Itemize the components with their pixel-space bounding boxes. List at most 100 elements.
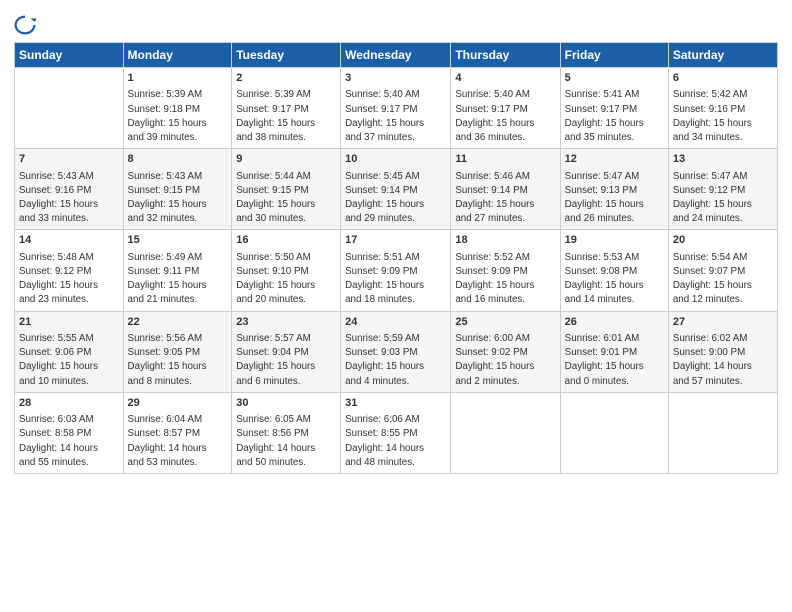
calendar-cell: 16Sunrise: 5:50 AM Sunset: 9:10 PM Dayli… bbox=[232, 230, 341, 311]
calendar-table: SundayMondayTuesdayWednesdayThursdayFrid… bbox=[14, 42, 778, 474]
day-number: 1 bbox=[128, 71, 228, 86]
day-number: 7 bbox=[19, 152, 119, 167]
day-number: 10 bbox=[345, 152, 446, 167]
calendar-cell: 4 Sunrise: 5:40 AM Sunset: 9:17 PM Daylig… bbox=[451, 68, 560, 149]
cell-content: Sunrise: 6:04 AM Sunset: 8:57 PM Dayligh… bbox=[128, 413, 228, 470]
cell-content: Sunrise: 5:43 AM Sunset: 9:15 PM Dayligh… bbox=[128, 170, 228, 227]
header-cell-wednesday: Wednesday bbox=[341, 43, 451, 68]
day-number: 31 bbox=[345, 396, 446, 411]
cell-content: Sunrise: 5:48 AM Sunset: 9:12 PM Dayligh… bbox=[19, 251, 119, 308]
calendar-cell bbox=[668, 392, 777, 473]
cell-content: Sunrise: 5:52 AM Sunset: 9:09 PM Dayligh… bbox=[455, 251, 555, 308]
calendar-cell: 26 Sunrise: 6:01 AM Sunset: 9:01 PM Dayli… bbox=[560, 311, 668, 392]
cell-content: Sunrise: 5:43 AM Sunset: 9:16 PM Dayligh… bbox=[19, 170, 119, 227]
calendar-cell bbox=[15, 68, 124, 149]
day-number: 15 bbox=[128, 233, 228, 248]
cell-content: Sunrise: 5:47 AM Sunset: 9:13 PM Dayligh… bbox=[565, 170, 664, 227]
day-number: 17 bbox=[345, 233, 446, 248]
header-cell-sunday: Sunday bbox=[15, 43, 124, 68]
cell-content: Sunrise: 6:05 AM Sunset: 8:56 PM Dayligh… bbox=[236, 413, 336, 470]
calendar-cell: 29 Sunrise: 6:04 AM Sunset: 8:57 PM Dayli… bbox=[123, 392, 232, 473]
cell-content: Sunrise: 5:51 AM Sunset: 9:09 PM Dayligh… bbox=[345, 251, 446, 308]
calendar-cell: 19 Sunrise: 5:53 AM Sunset: 9:08 PM Dayli… bbox=[560, 230, 668, 311]
week-row-2: 14 Sunrise: 5:48 AM Sunset: 9:12 PM Dayli… bbox=[15, 230, 778, 311]
day-number: 26 bbox=[565, 315, 664, 330]
day-number: 18 bbox=[455, 233, 555, 248]
cell-content: Sunrise: 5:40 AM Sunset: 9:17 PM Dayligh… bbox=[345, 88, 446, 145]
calendar-cell: 1 Sunrise: 5:39 AM Sunset: 9:18 PM Daylig… bbox=[123, 68, 232, 149]
calendar-cell: 27 Sunrise: 6:02 AM Sunset: 9:00 PM Dayli… bbox=[668, 311, 777, 392]
day-number: 23 bbox=[236, 315, 336, 330]
calendar-cell: 25 Sunrise: 6:00 AM Sunset: 9:02 PM Dayli… bbox=[451, 311, 560, 392]
day-number: 13 bbox=[673, 152, 773, 167]
calendar-cell: 30Sunrise: 6:05 AM Sunset: 8:56 PM Dayli… bbox=[232, 392, 341, 473]
header-cell-tuesday: Tuesday bbox=[232, 43, 341, 68]
day-number: 12 bbox=[565, 152, 664, 167]
cell-content: Sunrise: 5:44 AM Sunset: 9:15 PM Dayligh… bbox=[236, 170, 336, 227]
calendar-cell bbox=[451, 392, 560, 473]
calendar-cell: 23 Sunrise: 5:57 AM Sunset: 9:04 PM Dayli… bbox=[232, 311, 341, 392]
day-number: 27 bbox=[673, 315, 773, 330]
calendar-cell: 11 Sunrise: 5:46 AM Sunset: 9:14 PM Dayli… bbox=[451, 149, 560, 230]
calendar-cell bbox=[560, 392, 668, 473]
day-number: 2 bbox=[236, 71, 336, 86]
main-container: SundayMondayTuesdayWednesdayThursdayFrid… bbox=[0, 0, 792, 484]
calendar-cell: 17 Sunrise: 5:51 AM Sunset: 9:09 PM Dayli… bbox=[341, 230, 451, 311]
calendar-cell: 7 Sunrise: 5:43 AM Sunset: 9:16 PM Daylig… bbox=[15, 149, 124, 230]
calendar-cell: 20Sunrise: 5:54 AM Sunset: 9:07 PM Dayli… bbox=[668, 230, 777, 311]
calendar-cell: 8 Sunrise: 5:43 AM Sunset: 9:15 PM Daylig… bbox=[123, 149, 232, 230]
calendar-cell: 22 Sunrise: 5:56 AM Sunset: 9:05 PM Dayli… bbox=[123, 311, 232, 392]
calendar-cell: 6Sunrise: 5:42 AM Sunset: 9:16 PM Daylig… bbox=[668, 68, 777, 149]
calendar-cell: 10 Sunrise: 5:45 AM Sunset: 9:14 PM Dayli… bbox=[341, 149, 451, 230]
cell-content: Sunrise: 6:02 AM Sunset: 9:00 PM Dayligh… bbox=[673, 332, 773, 389]
day-number: 20 bbox=[673, 233, 773, 248]
cell-content: Sunrise: 5:39 AM Sunset: 9:18 PM Dayligh… bbox=[128, 88, 228, 145]
day-number: 11 bbox=[455, 152, 555, 167]
cell-content: Sunrise: 5:56 AM Sunset: 9:05 PM Dayligh… bbox=[128, 332, 228, 389]
cell-content: Sunrise: 5:42 AM Sunset: 9:16 PM Dayligh… bbox=[673, 88, 773, 145]
cell-content: Sunrise: 5:45 AM Sunset: 9:14 PM Dayligh… bbox=[345, 170, 446, 227]
cell-content: Sunrise: 6:06 AM Sunset: 8:55 PM Dayligh… bbox=[345, 413, 446, 470]
day-number: 21 bbox=[19, 315, 119, 330]
cell-content: Sunrise: 5:40 AM Sunset: 9:17 PM Dayligh… bbox=[455, 88, 555, 145]
cell-content: Sunrise: 5:47 AM Sunset: 9:12 PM Dayligh… bbox=[673, 170, 773, 227]
week-row-3: 21 Sunrise: 5:55 AM Sunset: 9:06 PM Dayli… bbox=[15, 311, 778, 392]
header-cell-saturday: Saturday bbox=[668, 43, 777, 68]
calendar-cell: 9 Sunrise: 5:44 AM Sunset: 9:15 PM Daylig… bbox=[232, 149, 341, 230]
day-number: 8 bbox=[128, 152, 228, 167]
day-number: 24 bbox=[345, 315, 446, 330]
calendar-cell: 31 Sunrise: 6:06 AM Sunset: 8:55 PM Dayli… bbox=[341, 392, 451, 473]
calendar-cell: 12 Sunrise: 5:47 AM Sunset: 9:13 PM Dayli… bbox=[560, 149, 668, 230]
cell-content: Sunrise: 5:46 AM Sunset: 9:14 PM Dayligh… bbox=[455, 170, 555, 227]
cell-content: Sunrise: 5:59 AM Sunset: 9:03 PM Dayligh… bbox=[345, 332, 446, 389]
calendar-cell: 15 Sunrise: 5:49 AM Sunset: 9:11 PM Dayli… bbox=[123, 230, 232, 311]
day-number: 14 bbox=[19, 233, 119, 248]
day-number: 25 bbox=[455, 315, 555, 330]
header-row: SundayMondayTuesdayWednesdayThursdayFrid… bbox=[15, 43, 778, 68]
day-number: 19 bbox=[565, 233, 664, 248]
calendar-cell: 2Sunrise: 5:39 AM Sunset: 9:17 PM Daylig… bbox=[232, 68, 341, 149]
header bbox=[14, 10, 778, 36]
week-row-0: 1 Sunrise: 5:39 AM Sunset: 9:18 PM Daylig… bbox=[15, 68, 778, 149]
calendar-cell: 28 Sunrise: 6:03 AM Sunset: 8:58 PM Dayli… bbox=[15, 392, 124, 473]
week-row-4: 28 Sunrise: 6:03 AM Sunset: 8:58 PM Dayli… bbox=[15, 392, 778, 473]
header-cell-thursday: Thursday bbox=[451, 43, 560, 68]
cell-content: Sunrise: 5:53 AM Sunset: 9:08 PM Dayligh… bbox=[565, 251, 664, 308]
header-cell-monday: Monday bbox=[123, 43, 232, 68]
cell-content: Sunrise: 6:03 AM Sunset: 8:58 PM Dayligh… bbox=[19, 413, 119, 470]
calendar-cell: 13 Sunrise: 5:47 AM Sunset: 9:12 PM Dayli… bbox=[668, 149, 777, 230]
cell-content: Sunrise: 6:00 AM Sunset: 9:02 PM Dayligh… bbox=[455, 332, 555, 389]
calendar-cell: 18 Sunrise: 5:52 AM Sunset: 9:09 PM Dayli… bbox=[451, 230, 560, 311]
day-number: 28 bbox=[19, 396, 119, 411]
calendar-cell: 3Sunrise: 5:40 AM Sunset: 9:17 PM Daylig… bbox=[341, 68, 451, 149]
cell-content: Sunrise: 6:01 AM Sunset: 9:01 PM Dayligh… bbox=[565, 332, 664, 389]
cell-content: Sunrise: 5:55 AM Sunset: 9:06 PM Dayligh… bbox=[19, 332, 119, 389]
day-number: 29 bbox=[128, 396, 228, 411]
calendar-cell: 21 Sunrise: 5:55 AM Sunset: 9:06 PM Dayli… bbox=[15, 311, 124, 392]
day-number: 22 bbox=[128, 315, 228, 330]
cell-content: Sunrise: 5:57 AM Sunset: 9:04 PM Dayligh… bbox=[236, 332, 336, 389]
cell-content: Sunrise: 5:49 AM Sunset: 9:11 PM Dayligh… bbox=[128, 251, 228, 308]
day-number: 4 bbox=[455, 71, 555, 86]
day-number: 9 bbox=[236, 152, 336, 167]
calendar-cell: 24 Sunrise: 5:59 AM Sunset: 9:03 PM Dayli… bbox=[341, 311, 451, 392]
